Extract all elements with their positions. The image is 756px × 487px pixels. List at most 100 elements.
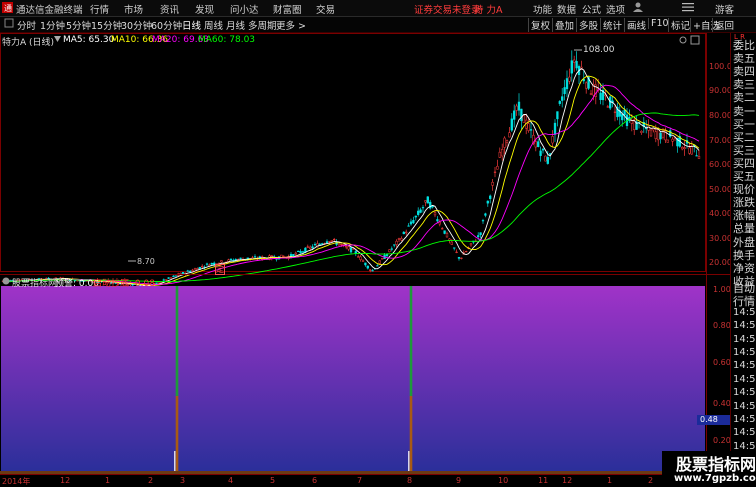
side-time-item: 14:50 — [733, 373, 756, 385]
period-icon[interactable] — [4, 18, 14, 31]
candle-body — [301, 251, 305, 253]
period-more[interactable]: 更多 > — [276, 18, 306, 32]
ma-settings-icon[interactable] — [54, 36, 61, 46]
candle-body — [321, 243, 324, 245]
candle-body — [426, 196, 429, 204]
candle-body — [657, 129, 660, 141]
candle-body — [640, 130, 643, 133]
login-warning[interactable]: 证券交易未登录 — [414, 2, 481, 16]
candle-body — [318, 243, 321, 245]
menu-shuju[interactable]: 数据 — [557, 2, 576, 16]
candle-body — [520, 108, 523, 122]
period-5min[interactable]: 5分钟 — [66, 18, 91, 32]
y-tick: 70.00 — [709, 136, 732, 145]
candle-body — [553, 122, 557, 135]
tool-f10[interactable]: F10 — [648, 18, 669, 29]
menu-icon[interactable] — [682, 2, 694, 15]
x-label: 3 — [180, 476, 186, 485]
candle-body — [539, 150, 542, 156]
candle-body — [390, 248, 393, 250]
candle-body — [352, 248, 355, 250]
candle-body — [599, 92, 602, 100]
candle-body — [479, 232, 482, 236]
candle-body — [433, 212, 437, 216]
candle-body — [364, 262, 367, 266]
tool-duogu[interactable]: 多股 — [576, 18, 598, 32]
menu-faxian[interactable]: 发现 — [195, 2, 214, 16]
menu-caifuquan[interactable]: 财富圈 — [273, 2, 302, 16]
menu-xuanxiang[interactable]: 选项 — [606, 2, 625, 16]
candle-body — [294, 252, 297, 255]
candle-body — [570, 60, 573, 74]
y-tick: 100.0 — [709, 62, 732, 71]
candle-body — [469, 243, 473, 246]
candle-body — [376, 265, 379, 267]
y-tick: 50.00 — [709, 185, 732, 194]
side-time-item: 14:50 — [733, 320, 756, 332]
candle-body — [558, 101, 561, 104]
menu-wenxiaoda[interactable]: 问小达 — [230, 2, 259, 16]
candle-body — [349, 247, 353, 253]
user-icon[interactable] — [633, 2, 643, 15]
x-label: 12 — [60, 476, 71, 485]
x-label: 12 — [562, 476, 573, 485]
period-60min[interactable]: 60分钟 — [151, 18, 182, 32]
tool-huaxian[interactable]: 画线 — [624, 18, 646, 32]
side-time-item: 14:50 — [733, 387, 756, 399]
x-label: 11 — [538, 476, 549, 485]
candle-body — [515, 105, 518, 111]
candle-body — [517, 101, 521, 111]
user-label[interactable]: 游客 — [715, 2, 734, 16]
tool-tongji[interactable]: 统计 — [600, 18, 622, 32]
indicator-name[interactable]: 股票指标网 — [12, 276, 57, 289]
candle-body — [369, 269, 372, 271]
tool-fuquan[interactable]: 复权 — [528, 18, 550, 32]
tool-biaoji[interactable]: 标记 — [668, 18, 690, 32]
menu-zixun[interactable]: 资讯 — [160, 2, 179, 16]
date-marker[interactable]: 定 — [215, 264, 225, 275]
period-month[interactable]: 月线 — [226, 18, 245, 32]
candle-body — [513, 110, 516, 120]
signal-bar-green — [409, 286, 413, 396]
menu-gongshi[interactable]: 公式 — [582, 2, 601, 16]
period-multi[interactable]: 多周期 — [248, 18, 277, 32]
menu-shichang[interactable]: 市场 — [124, 2, 143, 16]
period-fenshi[interactable]: 分时 — [17, 18, 36, 32]
candle-body — [489, 195, 492, 199]
menu-hangqing[interactable]: 行情 — [90, 2, 109, 16]
period-15min[interactable]: 15分钟 — [91, 18, 122, 32]
candle-body — [325, 241, 329, 244]
chart-options-icon[interactable] — [679, 35, 701, 48]
candle-body — [477, 235, 480, 238]
kline-chart[interactable] — [0, 33, 730, 487]
candle-body — [220, 260, 223, 263]
app-title: 通达信金融终端 — [16, 5, 83, 16]
candle-body — [417, 210, 420, 215]
period-week[interactable]: 周线 — [204, 18, 223, 32]
candle-body — [661, 129, 665, 138]
period-1min[interactable]: 1分钟 — [40, 18, 65, 32]
candle-body — [585, 82, 588, 89]
tool-diejia[interactable]: 叠加 — [552, 18, 574, 32]
candle-body — [205, 263, 209, 265]
candle-body — [414, 215, 417, 218]
y-tick: 60.00 — [709, 160, 732, 169]
candle-body — [613, 111, 617, 113]
watermark-title: 股票指标网 — [676, 455, 756, 474]
candle-body — [621, 114, 624, 121]
candle-body — [385, 254, 389, 257]
indicator-settings-icon[interactable] — [2, 277, 10, 288]
candle-body — [541, 148, 545, 151]
menu-gongneng[interactable]: 功能 — [533, 2, 552, 16]
period-30min[interactable]: 30分钟 — [121, 18, 152, 32]
candle-body — [359, 256, 362, 260]
candle-body — [167, 277, 170, 279]
candle-body — [193, 268, 197, 270]
candle-body — [697, 156, 701, 159]
tool-fanhui[interactable]: 返回 — [712, 18, 734, 32]
period-day[interactable]: 日线 — [182, 18, 201, 32]
menu-jiaoyi[interactable]: 交易 — [316, 2, 335, 16]
candle-body — [503, 137, 506, 148]
candle-body — [448, 238, 451, 241]
candle-body — [573, 59, 576, 63]
